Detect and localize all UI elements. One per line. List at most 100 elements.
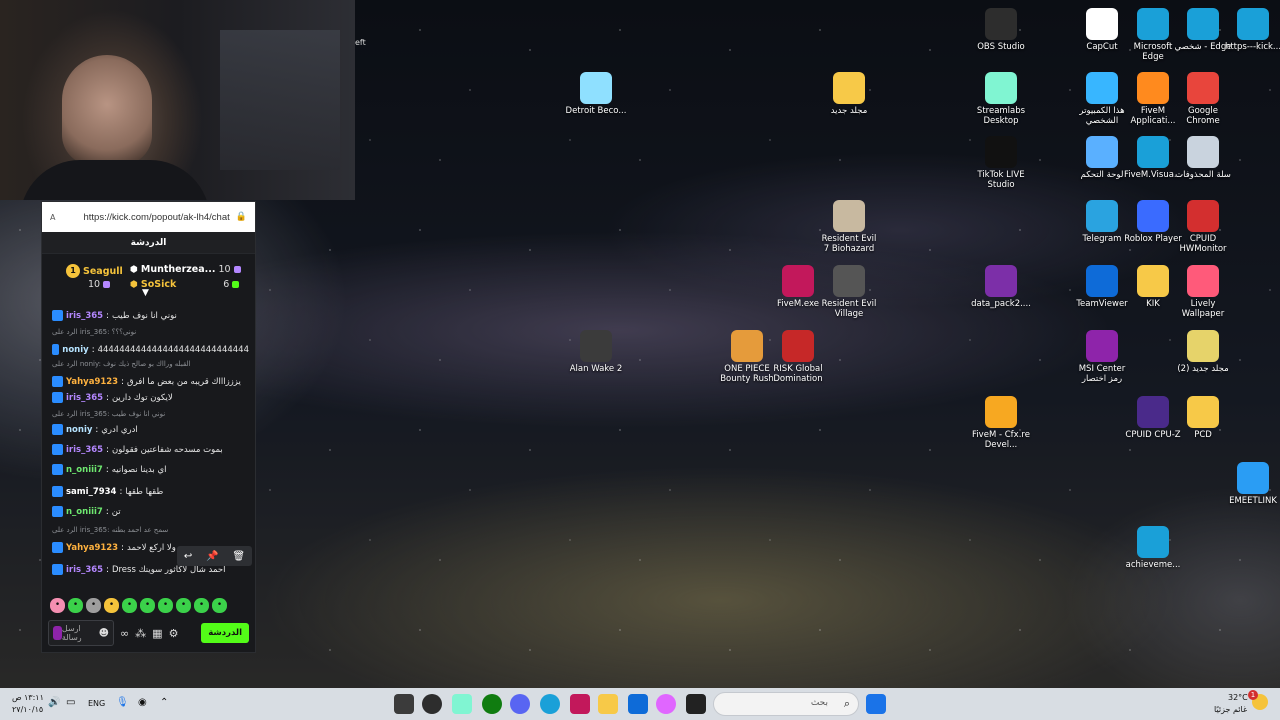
start-icon[interactable] bbox=[866, 694, 886, 714]
tray-app-icon[interactable]: ◉ bbox=[138, 697, 147, 708]
address-bar[interactable]: A https://kick.com/popout/ak-lh4/chat 🔒 bbox=[42, 202, 255, 232]
emote-icon[interactable]: • bbox=[50, 598, 65, 613]
chat-message[interactable]: iris_365: بموت مسدحه شفاعتين فقولون bbox=[52, 444, 249, 455]
emoji-icon[interactable]: ☻ bbox=[99, 628, 109, 639]
desktop-icon[interactable]: achieveme... bbox=[1122, 526, 1184, 570]
volume-icon[interactable]: 🔊 bbox=[48, 697, 60, 708]
delete-icon[interactable]: 🗑 bbox=[232, 551, 245, 562]
streamlabs-taskbar-icon[interactable] bbox=[452, 694, 472, 714]
desktop-icon[interactable]: Alan Wake 2 bbox=[565, 330, 627, 374]
desktop-icon[interactable]: CPUID HWMonitor bbox=[1172, 200, 1234, 254]
reply-icon[interactable]: ↩ bbox=[184, 551, 192, 562]
chat-input[interactable]: ارسل رسالة ☻ bbox=[48, 620, 114, 646]
desktop-icon[interactable]: EMEETLINK bbox=[1222, 462, 1280, 506]
chat-popout-window[interactable]: A https://kick.com/popout/ak-lh4/chat 🔒 … bbox=[41, 201, 256, 653]
chat-username[interactable]: Yahya9123 bbox=[66, 543, 118, 553]
chat-reply-context[interactable]: الرد على iris_365: نوني؟؟؟ bbox=[52, 328, 249, 336]
desktop-icon[interactable]: Resident Evil Village bbox=[818, 265, 880, 319]
desktop-icon[interactable]: Streamlabs Desktop bbox=[970, 72, 1032, 126]
microphone-icon[interactable]: 🎙 bbox=[116, 697, 129, 708]
expand-leaders-icon[interactable]: ▼ bbox=[142, 288, 149, 298]
desktop-icon[interactable]: PCD bbox=[1172, 396, 1234, 440]
desktop-icon[interactable]: Google Chrome bbox=[1172, 72, 1234, 126]
desktop-icon[interactable]: Lively Wallpaper bbox=[1172, 265, 1234, 319]
infinity-icon[interactable]: ∞ bbox=[120, 627, 129, 640]
desktop-icon[interactable]: FiveM - Cfx.re Devel... bbox=[970, 396, 1032, 450]
lock-icon[interactable]: 🔒 bbox=[236, 212, 247, 222]
chat-message[interactable]: Yahya9123: يزززاااك قريبه من بعض ما افرق bbox=[52, 376, 249, 387]
leader-1[interactable]: 1 Seagull bbox=[66, 264, 123, 278]
chat-message[interactable]: sami_7934: طقها طقها bbox=[52, 486, 249, 497]
desktop-icon[interactable]: RISK Global Domination bbox=[767, 330, 829, 384]
chat-message[interactable]: n_oniii7: تن bbox=[52, 506, 249, 517]
chat-message[interactable]: iris_365: نوني انا نوف طيب bbox=[52, 310, 249, 321]
xbox-taskbar-icon[interactable] bbox=[482, 694, 502, 714]
chat-reply-context[interactable]: الرد على iris_365: نوني انا نوف طيب bbox=[52, 410, 249, 418]
fivem-taskbar-icon[interactable] bbox=[570, 694, 590, 714]
emote-icon[interactable]: • bbox=[140, 598, 155, 613]
file-explorer-taskbar-icon[interactable] bbox=[598, 694, 618, 714]
chat-username[interactable]: noniy bbox=[66, 425, 92, 435]
desktop-icon[interactable]: Detroit Beco... bbox=[565, 72, 627, 116]
emote-bar[interactable]: • • • • • • • • • • bbox=[50, 598, 247, 614]
edge-taskbar-icon[interactable] bbox=[540, 694, 560, 714]
chat-reply-context[interactable]: الرد على iris_365: سمح عد احمد بطنه bbox=[52, 526, 249, 534]
emote-icon[interactable]: • bbox=[68, 598, 83, 613]
chat-username[interactable]: n_oniii7 bbox=[66, 465, 103, 475]
desktop-icon-label: مجلد جديد bbox=[830, 106, 868, 116]
gear-icon[interactable]: ⚙ bbox=[169, 627, 179, 640]
desktop-icon[interactable]: MSI Center رمز اختصار bbox=[1071, 330, 1133, 384]
app-taskbar-icon[interactable] bbox=[686, 694, 706, 714]
desktop-icon[interactable]: Resident Evil 7 Biohazard bbox=[818, 200, 880, 254]
alanwake-taskbar-icon[interactable] bbox=[394, 694, 414, 714]
chat-send-button[interactable]: الدردشة bbox=[201, 623, 249, 643]
emote-icon[interactable]: • bbox=[158, 598, 173, 613]
emote-icon[interactable]: • bbox=[86, 598, 101, 613]
chat-username[interactable]: iris_365 bbox=[66, 393, 103, 403]
message-actions-bar[interactable]: ↩ 📌 🗑 bbox=[177, 546, 252, 566]
chat-username[interactable]: n_oniii7 bbox=[66, 507, 103, 517]
clock-time[interactable]: ١٣:١١ bbox=[24, 693, 44, 702]
emote-icon[interactable]: • bbox=[212, 598, 227, 613]
chat-message[interactable]: noniy:4444444444444444444444444444 bbox=[52, 344, 249, 355]
taskbar-search[interactable]: بحث ⌕ bbox=[713, 692, 859, 716]
chat-username[interactable]: iris_365 bbox=[66, 565, 103, 575]
desktop-icon[interactable]: OBS Studio bbox=[970, 8, 1032, 52]
reader-mode-icon[interactable]: A bbox=[50, 213, 55, 222]
obs-taskbar-icon[interactable] bbox=[422, 694, 442, 714]
desktop-icon[interactable]: data_pack2.... bbox=[970, 265, 1032, 309]
chat-reply-context[interactable]: الرد على noniy: القبله ورااك بو صالح ذيك… bbox=[52, 360, 249, 368]
weather-temp[interactable]: 32°C bbox=[1228, 693, 1248, 702]
discord-taskbar-icon[interactable] bbox=[510, 694, 530, 714]
store-icon[interactable]: ▦ bbox=[152, 627, 162, 640]
network-icon[interactable]: ▭ bbox=[66, 697, 75, 708]
users-icon[interactable]: ⁂ bbox=[135, 627, 146, 640]
store-taskbar-icon[interactable] bbox=[628, 694, 648, 714]
search-icon[interactable]: ⌕ bbox=[844, 697, 850, 711]
pin-icon[interactable]: 📌 bbox=[206, 551, 218, 562]
emote-icon[interactable]: • bbox=[194, 598, 209, 613]
weather-desc[interactable]: غائم جزئيًا bbox=[1214, 705, 1247, 714]
desktop-icon[interactable]: مجلد جديد (2) bbox=[1172, 330, 1234, 374]
chat-username[interactable]: noniy bbox=[62, 345, 88, 355]
chat-message[interactable]: iris_365: لايكون توك دارين bbox=[52, 392, 249, 403]
chat-message[interactable]: noniy: ادري ادري bbox=[52, 424, 249, 435]
leader-2[interactable]: ⬢ Muntherzea... 10 bbox=[130, 264, 241, 275]
emote-icon[interactable]: • bbox=[176, 598, 191, 613]
chat-username[interactable]: iris_365 bbox=[66, 445, 103, 455]
clock-date[interactable]: ٢٧/١٠/١٥ bbox=[12, 705, 43, 714]
emote-icon[interactable]: • bbox=[104, 598, 119, 613]
chat-message[interactable]: n_oniii7: اي بدينا نصوانيه bbox=[52, 464, 249, 475]
desktop-icon[interactable]: https---kick... bbox=[1222, 8, 1280, 52]
emote-icon[interactable]: • bbox=[122, 598, 137, 613]
url-text[interactable]: https://kick.com/popout/ak-lh4/chat bbox=[61, 212, 230, 223]
chat-username[interactable]: Yahya9123 bbox=[66, 377, 118, 387]
copilot-taskbar-icon[interactable] bbox=[656, 694, 676, 714]
chat-username[interactable]: sami_7934 bbox=[66, 487, 116, 497]
show-hidden-icons-icon[interactable]: ⌃ bbox=[160, 697, 168, 708]
desktop-icon[interactable]: سلة المحذوفات bbox=[1172, 136, 1234, 180]
language-indicator[interactable]: ENG bbox=[88, 699, 105, 708]
desktop-icon[interactable]: مجلد جديد bbox=[818, 72, 880, 116]
desktop-icon[interactable]: TikTok LIVE Studio bbox=[970, 136, 1032, 190]
chat-username[interactable]: iris_365 bbox=[66, 311, 103, 321]
